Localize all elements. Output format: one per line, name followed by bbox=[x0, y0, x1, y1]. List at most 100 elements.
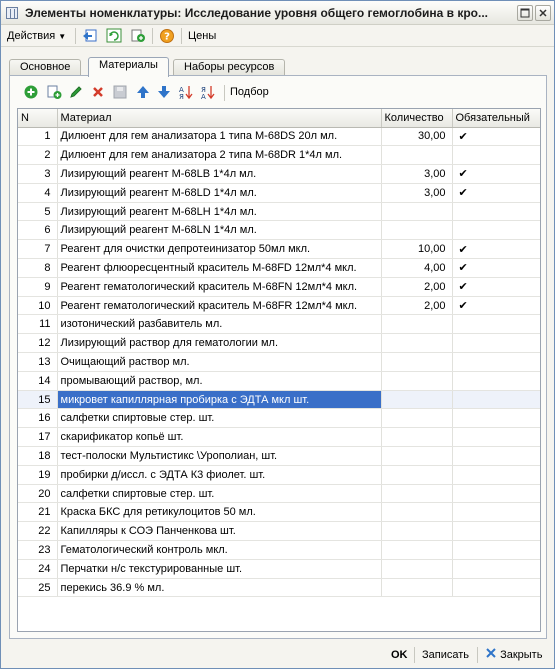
row-number-cell[interactable]: 16 bbox=[18, 408, 58, 429]
material-cell[interactable]: салфетки спиртовые стер. шт. bbox=[57, 484, 382, 504]
edit-row-button[interactable] bbox=[68, 84, 84, 100]
table-row[interactable]: 4 Лизирующий реагент М-68LD 1*4л мл. 3,00 ✔ bbox=[18, 183, 540, 203]
material-cell[interactable]: Перчатки н/с текстурированные шт. bbox=[57, 559, 382, 579]
material-cell[interactable]: салфетки спиртовые стер. шт. bbox=[57, 408, 382, 429]
material-cell[interactable]: микровет капиллярная пробирка с ЭДТА мкл… bbox=[57, 390, 382, 410]
required-checkmark-cell[interactable] bbox=[452, 559, 540, 579]
row-number-cell[interactable]: 10 bbox=[18, 296, 58, 316]
quantity-cell[interactable] bbox=[381, 314, 453, 335]
required-checkmark-cell[interactable] bbox=[452, 540, 540, 560]
table-row[interactable]: 7 Реагент для очистки депротеинизатор 50м… bbox=[18, 239, 540, 260]
row-number-cell[interactable]: 13 bbox=[18, 352, 58, 372]
row-number-cell[interactable]: 3 bbox=[18, 164, 58, 184]
move-down-button[interactable] bbox=[156, 84, 172, 100]
required-checkmark-cell[interactable] bbox=[452, 371, 540, 391]
material-cell[interactable]: пробирки д/иссл. с ЭДТА К3 фиолет. шт. bbox=[57, 465, 382, 485]
quantity-cell[interactable] bbox=[381, 408, 453, 429]
quantity-cell[interactable]: 30,00 bbox=[381, 127, 453, 147]
table-row[interactable]: 9 Реагент гематологический краситель М-68… bbox=[18, 277, 540, 297]
row-number-cell[interactable]: 22 bbox=[18, 521, 58, 542]
quantity-cell[interactable]: 4,00 bbox=[381, 258, 453, 278]
help-button[interactable]: ? bbox=[158, 28, 175, 44]
material-cell[interactable]: тест-полоски Мультистикс \Урополиан, шт. bbox=[57, 446, 382, 466]
material-cell[interactable]: перекись 36.9 % мл. bbox=[57, 578, 382, 598]
row-number-cell[interactable]: 8 bbox=[18, 258, 58, 278]
table-row[interactable]: 24 Перчатки н/с текстурированные шт. bbox=[18, 559, 540, 579]
quantity-cell[interactable] bbox=[381, 390, 453, 410]
material-cell[interactable]: Капилляры к СОЭ Панченкова шт. bbox=[57, 521, 382, 542]
table-row[interactable]: 6 Лизирующий реагент М-68LN 1*4л мл. bbox=[18, 220, 540, 241]
material-cell[interactable]: Лизирующий реагент М-68LN 1*4л мл. bbox=[57, 220, 382, 241]
material-cell[interactable]: Краска БКС для ретикулоцитов 50 мл. bbox=[57, 502, 382, 523]
quantity-cell[interactable]: 10,00 bbox=[381, 239, 453, 260]
quantity-cell[interactable] bbox=[381, 502, 453, 523]
table-row[interactable]: 18 тест-полоски Мультистикс \Урополиан, ш… bbox=[18, 446, 540, 466]
required-checkmark-cell[interactable] bbox=[452, 333, 540, 354]
required-checkmark-cell[interactable] bbox=[452, 352, 540, 372]
table-row[interactable]: 15 микровет капиллярная пробирка с ЭДТА м… bbox=[18, 390, 540, 410]
material-cell[interactable]: Реагент гематологический краситель М-68F… bbox=[57, 277, 382, 297]
quantity-cell[interactable] bbox=[381, 521, 453, 542]
required-checkmark-cell[interactable] bbox=[452, 502, 540, 523]
close-window-button[interactable] bbox=[535, 5, 551, 21]
goto-button[interactable] bbox=[81, 28, 98, 44]
quantity-cell[interactable] bbox=[381, 202, 453, 222]
row-number-cell[interactable]: 19 bbox=[18, 465, 58, 485]
table-row[interactable]: 13 Очищающий раствор мл. bbox=[18, 352, 540, 372]
row-number-cell[interactable]: 17 bbox=[18, 427, 58, 448]
material-cell[interactable]: Гематологический контроль мкл. bbox=[57, 540, 382, 560]
required-checkmark-cell[interactable] bbox=[452, 145, 540, 166]
materials-table[interactable]: N Материал Количество Обязательный 1 Дилю… bbox=[17, 108, 541, 632]
add-row-button[interactable] bbox=[23, 84, 39, 100]
table-row[interactable]: 25 перекись 36.9 % мл. bbox=[18, 578, 540, 598]
table-row[interactable]: 11 изотонический разбавитель мл. bbox=[18, 314, 540, 335]
actions-menu[interactable]: Действия ▼ bbox=[7, 28, 66, 44]
table-row[interactable]: 8 Реагент флюоресцентный краситель М-68FD… bbox=[18, 258, 540, 278]
column-header-required[interactable]: Обязательный bbox=[452, 109, 540, 128]
material-cell[interactable]: Лизирующий реагент М-68LB 1*4л мл. bbox=[57, 164, 382, 184]
row-number-cell[interactable]: 12 bbox=[18, 333, 58, 354]
table-row[interactable]: 5 Лизирующий реагент М-68LH 1*4л мл. bbox=[18, 202, 540, 222]
required-checkmark-cell[interactable]: ✔ bbox=[452, 277, 540, 297]
refresh-button[interactable] bbox=[105, 28, 122, 44]
sort-descending-button[interactable]: ЯA bbox=[200, 84, 216, 101]
quantity-cell[interactable] bbox=[381, 578, 453, 598]
copy-row-button[interactable] bbox=[46, 84, 62, 100]
material-cell[interactable]: скарификатор копьё шт. bbox=[57, 427, 382, 448]
ok-button[interactable]: OK bbox=[391, 647, 408, 663]
quantity-cell[interactable] bbox=[381, 484, 453, 504]
material-cell[interactable]: промывающий раствор, мл. bbox=[57, 371, 382, 391]
material-cell[interactable]: изотонический разбавитель мл. bbox=[57, 314, 382, 335]
quantity-cell[interactable] bbox=[381, 145, 453, 166]
row-number-cell[interactable]: 7 bbox=[18, 239, 58, 260]
column-header-quantity[interactable]: Количество bbox=[381, 109, 453, 128]
quantity-cell[interactable] bbox=[381, 333, 453, 354]
table-row[interactable]: 21 Краска БКС для ретикулоцитов 50 мл. bbox=[18, 502, 540, 523]
tab-resource-sets[interactable]: Наборы ресурсов bbox=[173, 59, 286, 76]
column-header-material[interactable]: Материал bbox=[57, 109, 382, 128]
quantity-cell[interactable] bbox=[381, 559, 453, 579]
prices-button[interactable]: Цены bbox=[188, 28, 216, 44]
required-checkmark-cell[interactable] bbox=[452, 427, 540, 448]
material-cell[interactable]: Лизирующий раствор для гематологии мл. bbox=[57, 333, 382, 354]
end-edit-button[interactable] bbox=[112, 84, 128, 100]
move-up-button[interactable] bbox=[135, 84, 151, 100]
required-checkmark-cell[interactable] bbox=[452, 484, 540, 504]
required-checkmark-cell[interactable] bbox=[452, 446, 540, 466]
table-row[interactable]: 10 Реагент гематологический краситель М-6… bbox=[18, 296, 540, 316]
column-header-n[interactable]: N bbox=[18, 109, 58, 128]
required-checkmark-cell[interactable] bbox=[452, 408, 540, 429]
copy-document-button[interactable] bbox=[129, 28, 146, 44]
quantity-cell[interactable]: 3,00 bbox=[381, 183, 453, 203]
row-number-cell[interactable]: 23 bbox=[18, 540, 58, 560]
row-number-cell[interactable]: 24 bbox=[18, 559, 58, 579]
required-checkmark-cell[interactable] bbox=[452, 202, 540, 222]
table-row[interactable]: 1 Дилюент для гем анализатора 1 типа M-68… bbox=[18, 127, 540, 147]
row-number-cell[interactable]: 9 bbox=[18, 277, 58, 297]
required-checkmark-cell[interactable] bbox=[452, 314, 540, 335]
row-number-cell[interactable]: 5 bbox=[18, 202, 58, 222]
required-checkmark-cell[interactable] bbox=[452, 578, 540, 598]
quantity-cell[interactable] bbox=[381, 465, 453, 485]
row-number-cell[interactable]: 2 bbox=[18, 145, 58, 166]
row-number-cell[interactable]: 4 bbox=[18, 183, 58, 203]
